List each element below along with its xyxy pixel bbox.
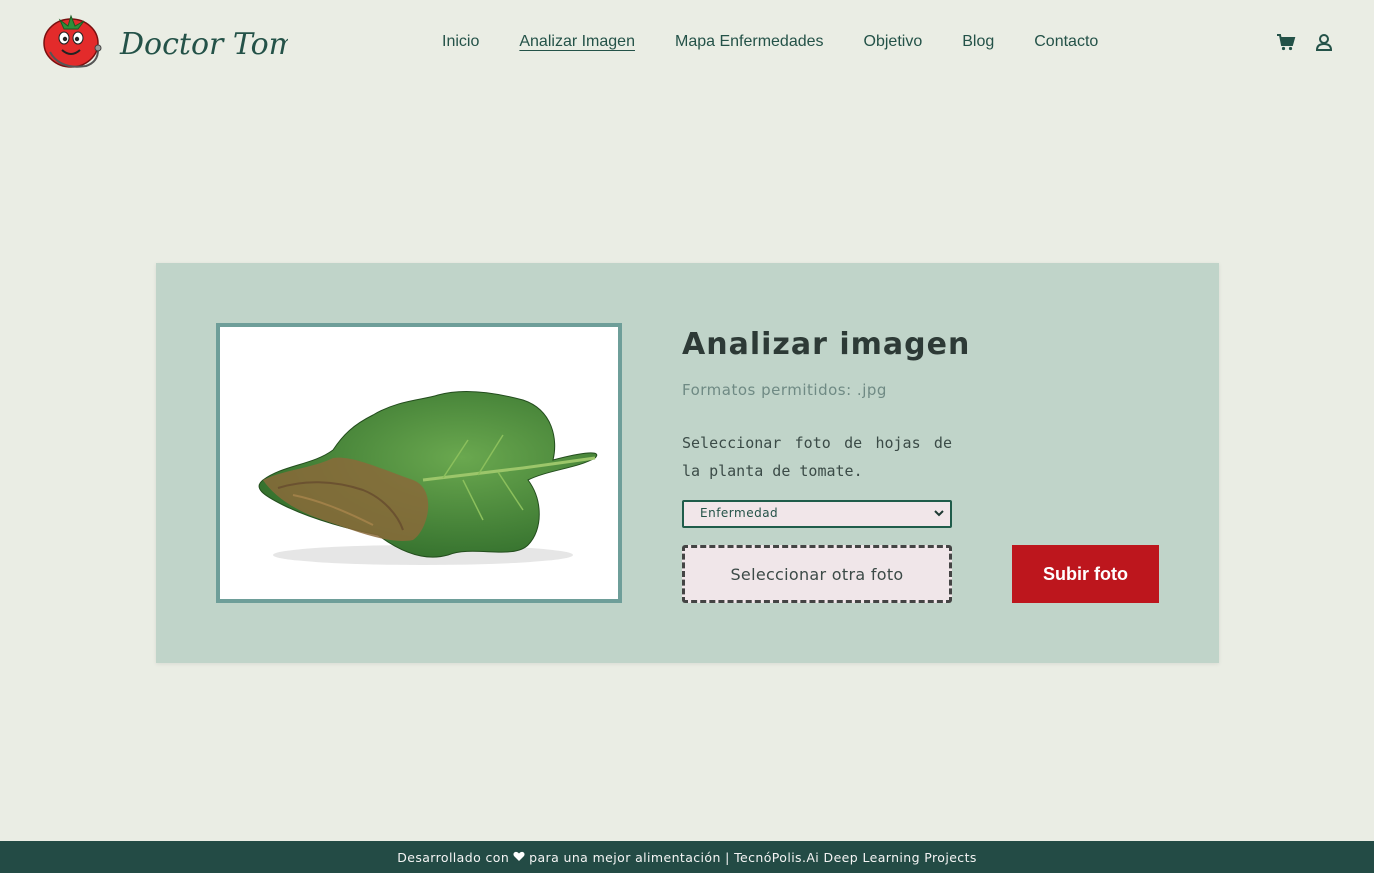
header-icons (1276, 32, 1334, 52)
instructions-text: Seleccionar foto de hojas de la planta d… (682, 434, 952, 480)
nav-inicio[interactable]: Inicio (442, 31, 479, 53)
nav-blog[interactable]: Blog (962, 31, 994, 53)
site-header: Doctor Tomatto Inicio Analizar Imagen Ma… (0, 0, 1374, 86)
chevron-down-icon (934, 510, 944, 517)
brand-logo[interactable]: Doctor Tomatto (40, 12, 288, 72)
nav-analizar-imagen[interactable]: Analizar Imagen (519, 31, 635, 53)
brand-name-script: Doctor Tomatto (119, 27, 288, 62)
leaf-image (258, 390, 598, 565)
nav-contacto[interactable]: Contacto (1034, 31, 1098, 53)
footer-text-before: Desarrollado con (397, 849, 510, 865)
page-title: Analizar imagen (682, 327, 971, 362)
upload-photo-button[interactable]: Subir foto (1012, 545, 1159, 603)
user-icon[interactable] (1314, 32, 1334, 52)
analyzer-card: Analizar imagen Formatos permitidos: .jp… (156, 263, 1219, 663)
heart-icon (513, 850, 525, 865)
cart-icon[interactable] (1276, 32, 1296, 52)
nav-objetivo[interactable]: Objetivo (864, 31, 923, 53)
footer-text-after: para una mejor alimentación | TecnóPolis… (529, 849, 977, 865)
main-nav: Inicio Analizar Imagen Mapa Enfermedades… (442, 31, 1138, 53)
leaf-image-preview (223, 330, 615, 596)
disease-select-value: Enfermedad (700, 506, 779, 520)
select-file-button[interactable]: Seleccionar otra foto (682, 545, 952, 603)
nav-mapa-enfermedades[interactable]: Mapa Enfermedades (675, 31, 824, 53)
allowed-formats: Formatos permitidos: .jpg (682, 381, 887, 399)
brand-name: Doctor Tomatto (119, 27, 288, 62)
disease-select[interactable]: Enfermedad (682, 500, 952, 528)
image-preview-frame (216, 323, 622, 603)
site-footer: Desarrollado con para una mejor alimenta… (0, 841, 1374, 873)
